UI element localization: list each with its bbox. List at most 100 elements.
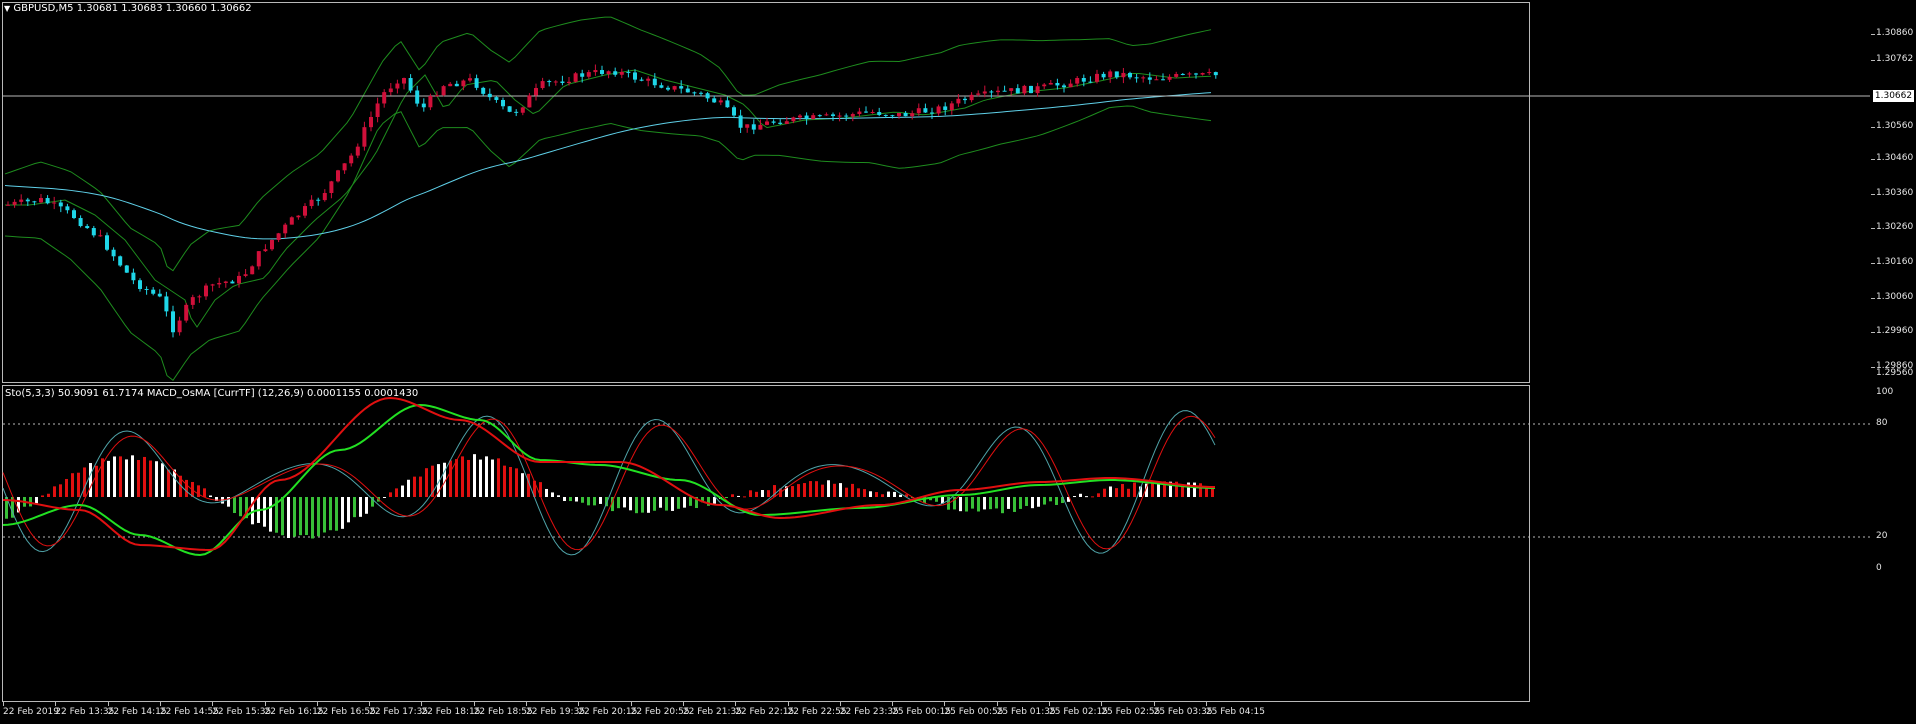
bear-candle [1055, 82, 1060, 86]
osma-bar [311, 497, 314, 539]
osma-bar [503, 465, 506, 497]
osma-bar [269, 497, 272, 532]
osma-bar [347, 497, 350, 523]
bull-candle [910, 113, 915, 117]
time-tick-mark [1205, 702, 1207, 706]
bear-candle [514, 111, 519, 113]
bear-candle [171, 311, 175, 333]
bull-candle [369, 116, 373, 128]
price-tick-label: 1.30360 [1876, 188, 1914, 198]
osma-bar [203, 488, 206, 497]
osma-bar [899, 494, 902, 497]
osma-bar [1049, 497, 1052, 502]
bull-candle [765, 121, 769, 125]
osma-bar [95, 465, 98, 497]
osma-bar [125, 459, 128, 497]
osma-bar [563, 497, 566, 502]
bull-candle [223, 281, 228, 283]
price-tick-label: 1.30460 [1876, 153, 1914, 163]
osma-bar [41, 495, 44, 497]
time-tick-label: 25 Feb 04:15 [1205, 707, 1265, 717]
osma-bar [743, 496, 746, 498]
bear-candle [547, 81, 552, 83]
osma-bar [119, 456, 122, 497]
time-tick-mark [892, 702, 894, 706]
time-tick-label: 25 Feb 02:55 [1101, 707, 1161, 717]
time-tick-mark [264, 702, 266, 706]
bull-candle [263, 249, 268, 252]
bull-candle [336, 170, 340, 182]
bull-candle [468, 78, 472, 81]
bear-candle [91, 228, 96, 236]
osma-bar [485, 456, 488, 497]
bear-candle [943, 106, 948, 110]
osma-bar [107, 460, 110, 497]
osma-bar [1211, 488, 1214, 497]
osma-bar [1043, 497, 1046, 505]
bull-candle [784, 121, 789, 124]
osma-bar [833, 483, 836, 497]
osma-bar [389, 492, 392, 497]
bear-candle [151, 289, 156, 294]
bull-candle [520, 107, 525, 113]
price-tick-label: 1.30060 [1876, 292, 1914, 302]
osma-bar [353, 497, 356, 518]
bull-candle [1035, 86, 1040, 94]
bull-candle [322, 193, 327, 201]
osma-bar [1007, 497, 1010, 509]
bear-candle [157, 293, 162, 297]
osma-bar [419, 476, 422, 497]
bull-candle [237, 275, 241, 284]
bear-candle [1134, 77, 1139, 79]
osma-bar [1193, 482, 1196, 497]
bull-candle [210, 284, 215, 286]
bull-candle [184, 304, 189, 321]
bear-candle [1101, 73, 1106, 78]
bear-candle [864, 111, 868, 113]
osma-bar [83, 467, 86, 497]
bull-candle [982, 91, 987, 94]
bear-candle [712, 98, 717, 103]
osma-bar [1109, 486, 1112, 497]
bull-candle [276, 233, 281, 240]
bear-candle [963, 98, 967, 101]
bull-candle [897, 112, 901, 117]
bollinger-middle-band [5, 69, 1212, 328]
osma-bar [131, 455, 134, 497]
osma-bar [35, 497, 38, 504]
osma-bar [971, 497, 974, 509]
price-tick-label: 1.29960 [1876, 326, 1914, 336]
bull-candle [916, 108, 921, 114]
bear-candle [415, 90, 420, 104]
bull-candle [1207, 72, 1212, 74]
bear-candle [164, 296, 169, 312]
bull-candle [606, 71, 611, 74]
bull-candle [52, 202, 57, 204]
bear-candle [507, 106, 512, 112]
indicator-scale-label: 20 [1876, 531, 1888, 541]
osma-bar [1181, 485, 1184, 497]
osma-bar [461, 456, 464, 497]
bear-candle [144, 288, 149, 290]
time-tick-label: 22 Feb 13:35 [55, 707, 115, 717]
bear-candle [1062, 85, 1066, 88]
bear-candle [930, 112, 934, 114]
osma-bar [671, 497, 674, 511]
bear-candle [72, 210, 76, 219]
osma-bar [755, 491, 758, 497]
osma-bar [287, 497, 290, 539]
osma-bar [1127, 488, 1130, 497]
bull-candle [375, 103, 380, 117]
osma-bar [1133, 482, 1136, 497]
bull-candle [553, 81, 558, 83]
osma-bar [629, 497, 632, 511]
time-tick-label: 22 Feb 19:35 [526, 707, 586, 717]
time-tick-mark [473, 702, 475, 706]
osma-bar [71, 473, 74, 497]
bear-candle [705, 93, 710, 99]
osma-bar [383, 497, 386, 498]
macd-signal-line [2, 396, 1216, 552]
osma-bar [989, 497, 992, 510]
osma-bar [521, 473, 524, 497]
time-tick-mark [1101, 702, 1103, 706]
